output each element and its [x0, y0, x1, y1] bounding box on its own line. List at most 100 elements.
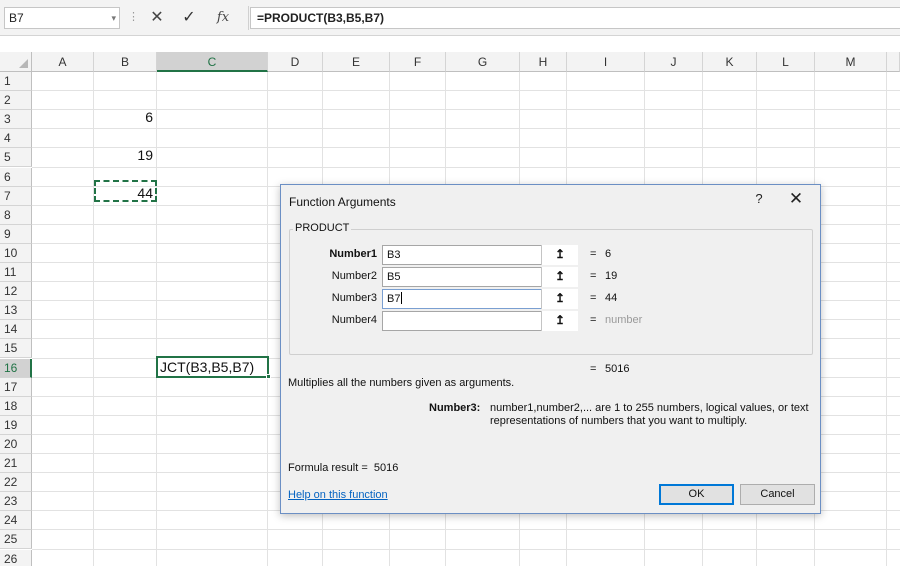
collapse-dialog-icon[interactable]: ↥	[541, 311, 578, 331]
ok-button[interactable]: OK	[659, 484, 734, 505]
arg-equals: =	[590, 248, 597, 260]
active-edit-cell[interactable]: JCT(B3,B5,B7)	[156, 356, 269, 378]
arg-label-number3: Number3	[331, 292, 377, 304]
row-header-21[interactable]: 21	[0, 454, 32, 473]
row-header-12[interactable]: 12	[0, 282, 32, 302]
formula-result-label: Formula result =	[288, 462, 368, 474]
collapse-dialog-icon[interactable]: ↥	[541, 267, 578, 287]
formula-input[interactable]: =PRODUCT(B3,B5,B7)	[250, 7, 900, 29]
arg-result-number4: number	[605, 314, 643, 326]
text-caret	[401, 292, 403, 304]
row-header-4[interactable]: 4	[0, 129, 32, 149]
chevron-down-icon[interactable]: ▾	[111, 8, 116, 28]
name-box-value: B7	[9, 11, 24, 25]
column-header-i[interactable]: I	[567, 52, 645, 72]
select-all-triangle-icon	[19, 59, 28, 68]
formula-result-value: 5016	[373, 462, 399, 474]
column-header-f[interactable]: F	[390, 52, 446, 72]
grip-icon: ⋮	[128, 11, 139, 23]
help-icon[interactable]: ?	[751, 191, 767, 206]
insert-function-icon[interactable]: fx	[212, 6, 234, 30]
copy-marquee	[94, 180, 157, 202]
arg-label-number1: Number1	[329, 248, 377, 260]
cell-b5[interactable]: 19	[94, 146, 157, 165]
gridline-horizontal	[32, 166, 900, 168]
row-header-17[interactable]: 17	[0, 377, 32, 397]
close-icon[interactable]: ✕	[786, 189, 806, 209]
row-header-11[interactable]: 11	[0, 263, 32, 282]
function-name: PRODUCT	[293, 222, 352, 234]
row-header-14[interactable]: 14	[0, 320, 32, 340]
gridline-horizontal	[32, 529, 900, 531]
gridline-horizontal	[32, 90, 900, 92]
arg-result-number2: 19	[605, 270, 618, 282]
row-header-15[interactable]: 15	[0, 339, 32, 359]
formula-bar: B7 ▾ ⋮ ✕ ✓ fx =PRODUCT(B3,B5,B7)	[0, 0, 900, 36]
row-header-26[interactable]: 26	[0, 549, 32, 566]
collapse-dialog-icon[interactable]: ↥	[541, 245, 578, 265]
row-header-6[interactable]: 6	[0, 167, 32, 187]
fill-handle[interactable]	[266, 374, 271, 379]
column-header-j[interactable]: J	[645, 52, 703, 72]
select-all-corner[interactable]	[0, 52, 32, 72]
arg-value-number1: B3	[387, 249, 401, 261]
column-header-e[interactable]: E	[323, 52, 390, 72]
formula-bar-divider	[248, 6, 249, 30]
total-result: 5016	[605, 363, 630, 375]
column-header-b[interactable]: B	[94, 52, 157, 72]
cancel-button[interactable]: Cancel	[740, 484, 815, 505]
total-equals: =	[590, 363, 597, 375]
row-header-18[interactable]: 18	[0, 396, 32, 416]
arg-equals: =	[590, 314, 597, 326]
arg-value-number2: B5	[387, 271, 401, 283]
cell-b3[interactable]: 6	[94, 108, 157, 127]
row-header-8[interactable]: 8	[0, 205, 32, 225]
column-header-a[interactable]: A	[32, 52, 94, 72]
column-header-overflow	[887, 52, 900, 72]
row-header-23[interactable]: 23	[0, 492, 32, 512]
row-header-1[interactable]: 1	[0, 72, 32, 91]
argument-description-text: number1,number2,... are 1 to 255 numbers…	[490, 402, 809, 427]
arg-equals: =	[590, 270, 597, 282]
arg-result-number1: 6	[605, 248, 612, 260]
row-header-22[interactable]: 22	[0, 473, 32, 493]
function-description: Multiplies all the numbers given as argu…	[288, 377, 515, 389]
dialog-title: Function Arguments	[289, 195, 396, 209]
row-header-20[interactable]: 20	[0, 434, 32, 454]
row-header-10[interactable]: 10	[0, 243, 32, 263]
column-header-g[interactable]: G	[446, 52, 520, 72]
row-header-16[interactable]: 16	[0, 358, 32, 378]
formula-result: Formula result = 5016	[288, 462, 398, 474]
gridline-horizontal	[32, 548, 900, 550]
arg-value-number3: B7	[387, 293, 401, 305]
row-header-13[interactable]: 13	[0, 301, 32, 321]
column-header-c[interactable]: C	[157, 52, 268, 72]
help-on-function-link[interactable]: Help on this function	[288, 489, 388, 501]
row-header-2[interactable]: 2	[0, 91, 32, 111]
column-header-d[interactable]: D	[268, 52, 323, 72]
argument-description-name: Number3:	[429, 402, 481, 414]
gridline-horizontal	[32, 128, 900, 130]
gridline-horizontal	[32, 109, 900, 111]
column-header-h[interactable]: H	[520, 52, 567, 72]
row-header-7[interactable]: 7	[0, 186, 32, 206]
arg-equals: =	[590, 292, 597, 304]
row-header-24[interactable]: 24	[0, 511, 32, 531]
function-arguments-dialog: Function Arguments ? ✕ PRODUCT Number1 B…	[280, 184, 821, 514]
arg-label-number2: Number2	[331, 270, 377, 282]
column-header-k[interactable]: K	[703, 52, 757, 72]
arg-result-number3: 44	[605, 292, 618, 304]
row-header-19[interactable]: 19	[0, 415, 32, 435]
arg-label-number4: Number4	[331, 314, 377, 326]
name-box[interactable]: B7 ▾	[4, 7, 120, 29]
gridline-horizontal	[32, 147, 900, 149]
row-header-5[interactable]: 5	[0, 148, 32, 168]
column-header-l[interactable]: L	[757, 52, 815, 72]
cancel-icon[interactable]: ✕	[146, 6, 168, 30]
row-header-3[interactable]: 3	[0, 110, 32, 130]
row-header-9[interactable]: 9	[0, 224, 32, 244]
collapse-dialog-icon[interactable]: ↥	[541, 289, 578, 309]
row-header-25[interactable]: 25	[0, 530, 32, 550]
column-header-m[interactable]: M	[815, 52, 887, 72]
checkmark-icon[interactable]: ✓	[178, 6, 200, 30]
